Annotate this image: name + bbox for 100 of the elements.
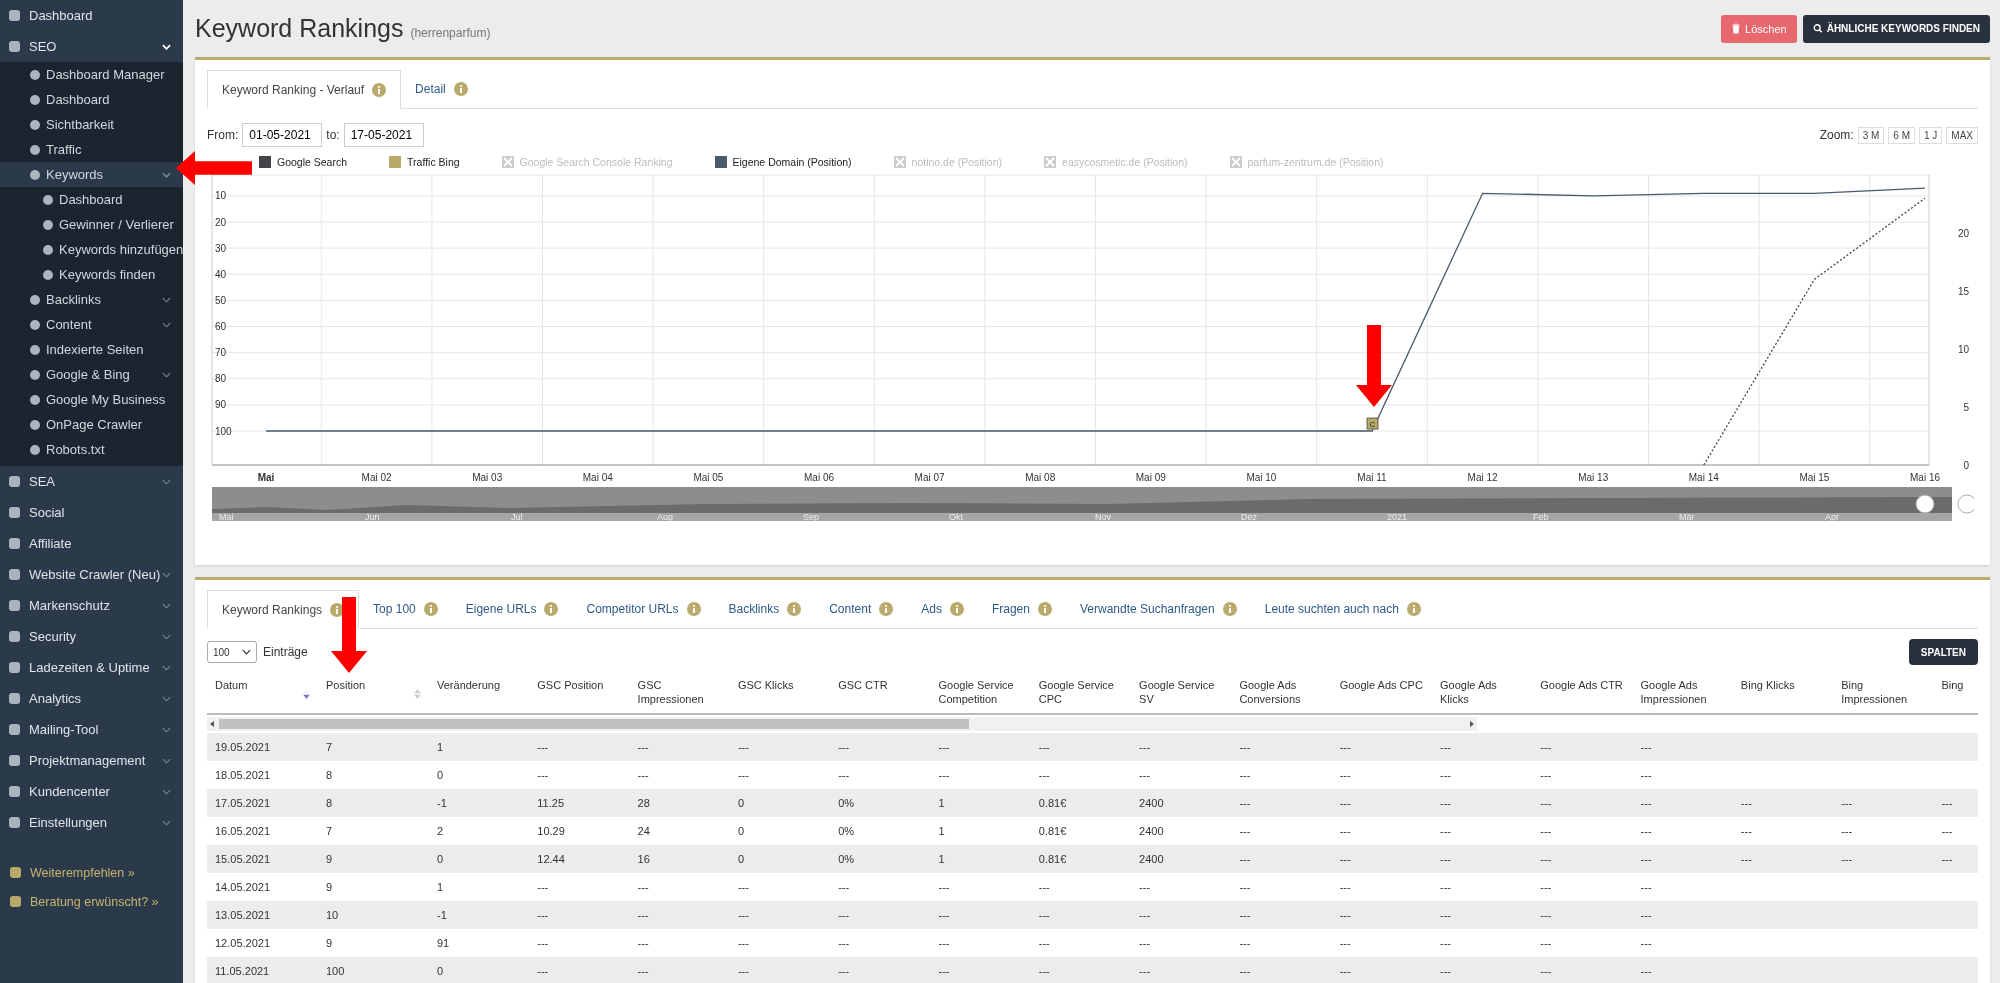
- sidebar-item[interactable]: Keywords: [0, 162, 183, 187]
- table-cell: ---: [637, 965, 649, 977]
- tab[interactable]: Backlinks: [714, 590, 816, 628]
- sidebar-item[interactable]: Google My Business: [0, 387, 183, 412]
- column-title: GSC Position: [537, 679, 604, 691]
- table-cell: ---: [1239, 797, 1251, 809]
- sidebar-item[interactable]: Keywords finden: [0, 262, 183, 287]
- sidebar-item[interactable]: Backlinks: [0, 287, 183, 312]
- sidebar-item[interactable]: Gewinner / Verlierer: [0, 212, 183, 237]
- table-cell: ---: [1640, 853, 1652, 865]
- sidebar-item[interactable]: SEA: [0, 466, 183, 497]
- sidebar-item[interactable]: Dashboard: [0, 87, 183, 112]
- table-cell: -1: [437, 797, 447, 809]
- disabled-icon: [1044, 156, 1057, 168]
- sidebar-item[interactable]: Ladezeiten & Uptime: [0, 652, 183, 683]
- zoom-button[interactable]: 3 M: [1857, 126, 1885, 144]
- column-header[interactable]: Google Ads Conversions: [1231, 671, 1332, 713]
- column-header[interactable]: GSC Impressionen: [629, 671, 730, 713]
- column-header[interactable]: Google Ads CPC: [1331, 671, 1432, 713]
- from-date-field[interactable]: 01-05-2021: [242, 123, 323, 147]
- link-icon: [10, 896, 21, 907]
- legend-item[interactable]: Eigene Domain (Position): [714, 156, 852, 168]
- info-icon: [1037, 602, 1052, 616]
- sidebar-item[interactable]: Dashboard Manager: [0, 62, 183, 87]
- table-cell: ---: [1540, 797, 1552, 809]
- columns-button[interactable]: SPALTEN: [1908, 639, 1978, 665]
- column-header[interactable]: Bing Impressionen: [1833, 671, 1934, 713]
- column-header[interactable]: Veränderung: [429, 671, 530, 713]
- zoom-button[interactable]: 6 M: [1888, 126, 1915, 144]
- sidebar-item[interactable]: SEO: [0, 31, 183, 62]
- tab[interactable]: Content: [815, 590, 908, 628]
- zoom-button[interactable]: 1 J: [1919, 126, 1943, 144]
- axis-label: Mai 11: [1357, 472, 1387, 483]
- axis-label: 15: [1957, 285, 1969, 297]
- table-cell: 1: [437, 881, 444, 893]
- sidebar-item[interactable]: Sichtbarkeit: [0, 112, 183, 137]
- table-cell: ---: [1339, 881, 1351, 893]
- info-icon: [949, 602, 964, 616]
- sidebar-item[interactable]: OnPage Crawler: [0, 412, 183, 437]
- legend-item[interactable]: Traffic Bing: [389, 156, 460, 168]
- table-cell: 17.05.2021: [215, 797, 271, 809]
- sidebar-item[interactable]: Keywords hinzufügen: [0, 237, 183, 262]
- sidebar-item[interactable]: Markenschutz: [0, 590, 183, 621]
- sidebar-item[interactable]: Content: [0, 312, 183, 337]
- sidebar-link[interactable]: Beratung erwünscht? »: [0, 887, 183, 916]
- table-cell: ---: [1439, 965, 1451, 977]
- column-header[interactable]: Google Ads Impressionen: [1632, 671, 1733, 713]
- legend-item[interactable]: Google Search: [259, 156, 348, 168]
- table-cell: ---: [537, 965, 549, 977]
- sidebar-item[interactable]: Traffic: [0, 137, 183, 162]
- sidebar-item[interactable]: Social: [0, 497, 183, 528]
- zoom-button[interactable]: MAX: [1946, 126, 1978, 144]
- sidebar-item[interactable]: Affiliate: [0, 528, 183, 559]
- column-header[interactable]: Google Service Competition: [930, 671, 1031, 713]
- sidebar-item[interactable]: Robots.txt: [0, 437, 183, 462]
- column-header[interactable]: Position: [318, 671, 429, 713]
- column-header[interactable]: GSC CTR: [830, 671, 931, 713]
- table-cell: ---: [1038, 965, 1050, 977]
- sidebar-link[interactable]: Weiterempfehlen »: [0, 858, 183, 887]
- table-cell: 8: [326, 797, 333, 809]
- tab[interactable]: Top 100: [359, 590, 452, 628]
- axis-label: Mai 04: [582, 472, 613, 483]
- column-header[interactable]: Google Ads CTR: [1532, 671, 1633, 713]
- tab[interactable]: Fragen: [977, 590, 1066, 628]
- axis-label: 5: [1963, 401, 1969, 413]
- sidebar-item[interactable]: Projektmanagement: [0, 745, 183, 776]
- sidebar-item[interactable]: Mailing-Tool: [0, 714, 183, 745]
- tab[interactable]: Ads: [907, 590, 978, 628]
- column-header[interactable]: GSC Klicks: [729, 671, 831, 713]
- column-header[interactable]: Google Service SV: [1131, 671, 1232, 713]
- tab[interactable]: Competitor URLs: [572, 590, 715, 628]
- table-cell: ---: [1439, 937, 1451, 949]
- tab[interactable]: Leute suchten auch nach: [1250, 590, 1435, 628]
- column-header[interactable]: Bing Klicks: [1732, 671, 1834, 713]
- menu-icon: [9, 507, 20, 518]
- sidebar-item[interactable]: Dashboard: [0, 187, 183, 212]
- tab[interactable]: Keyword Ranking - Verlauf: [207, 70, 402, 109]
- sidebar-item[interactable]: Analytics: [0, 683, 183, 714]
- page-size-select[interactable]: 100: [207, 641, 257, 663]
- column-header[interactable]: Datum: [207, 671, 318, 713]
- tab[interactable]: Verwandte Suchanfragen: [1065, 590, 1251, 628]
- sidebar-item[interactable]: Indexierte Seiten: [0, 337, 183, 362]
- menu-icon: [9, 755, 20, 766]
- tab[interactable]: Eigene URLs: [451, 590, 573, 628]
- column-header[interactable]: GSC Position: [529, 671, 630, 713]
- header-button[interactable]: ÄHNLICHE KEYWORDS FINDEN: [1802, 14, 1990, 43]
- tab[interactable]: Keyword Rankings: [207, 590, 360, 629]
- column-header[interactable]: Bing: [1933, 671, 1978, 713]
- column-header[interactable]: Google Ads Klicks: [1431, 671, 1533, 713]
- sidebar-item[interactable]: Einstellungen: [0, 807, 183, 838]
- sidebar-item[interactable]: Kundencenter: [0, 776, 183, 807]
- to-date-field[interactable]: 17-05-2021: [343, 123, 424, 147]
- column-header[interactable]: Google Service CPC: [1030, 671, 1132, 713]
- sidebar-item[interactable]: Dashboard: [0, 0, 183, 31]
- sidebar-item[interactable]: Website Crawler (Neu): [0, 559, 183, 590]
- sidebar-item[interactable]: Google & Bing: [0, 362, 183, 387]
- scrollbar[interactable]: [207, 717, 1477, 731]
- sidebar-item[interactable]: Security: [0, 621, 183, 652]
- tab[interactable]: Detail: [401, 70, 482, 108]
- table-cell: ---: [1439, 909, 1451, 921]
